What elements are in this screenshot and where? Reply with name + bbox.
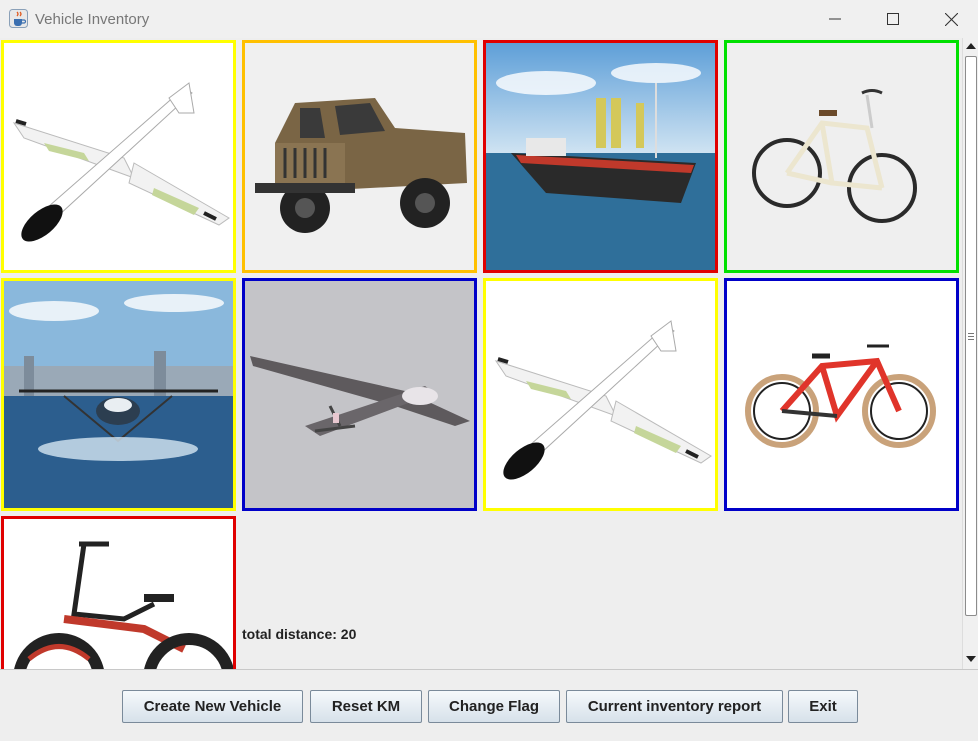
glider-plane-image xyxy=(4,43,233,270)
change-flag-button[interactable]: Change Flag xyxy=(428,690,560,723)
drone-plane-image xyxy=(245,281,474,508)
current-inventory-report-button[interactable]: Current inventory report xyxy=(566,690,783,723)
title-bar: Vehicle Inventory xyxy=(0,0,978,38)
grip-line xyxy=(968,339,974,340)
vehicle-tile-electric-bike[interactable] xyxy=(1,516,236,669)
button-bar: Create New Vehicle Reset KM Change Flag … xyxy=(0,669,978,741)
pickup-jeep-image xyxy=(245,43,474,270)
vehicle-tile-cargo-ship[interactable] xyxy=(483,40,718,273)
grip-line xyxy=(968,336,974,337)
vehicle-tile-drone-plane[interactable] xyxy=(242,278,477,511)
java-cup-icon xyxy=(9,9,28,28)
window-title: Vehicle Inventory xyxy=(35,11,150,28)
hydrofoil-seaplane-image xyxy=(4,281,233,508)
mountain-bike-image xyxy=(727,281,956,508)
vehicle-tile-hydrofoil-seaplane[interactable] xyxy=(1,278,236,511)
reset-km-button[interactable]: Reset KM xyxy=(310,690,422,723)
create-new-vehicle-button[interactable]: Create New Vehicle xyxy=(122,690,303,723)
scroll-down-icon[interactable] xyxy=(963,651,978,667)
glider-plane-image xyxy=(486,281,715,508)
close-icon[interactable] xyxy=(922,0,978,38)
vehicle-tile-glider-plane[interactable] xyxy=(483,278,718,511)
exit-button[interactable]: Exit xyxy=(788,690,858,723)
total-distance-label: total distance: 20 xyxy=(242,626,357,642)
maximize-icon[interactable] xyxy=(864,0,922,38)
electric-bike-image xyxy=(4,519,233,669)
vertical-scrollbar[interactable] xyxy=(962,38,978,669)
vehicle-tile-city-bicycle[interactable] xyxy=(724,40,959,273)
vehicle-tile-glider-plane[interactable] xyxy=(1,40,236,273)
vehicle-tile-mountain-bike[interactable] xyxy=(724,278,959,511)
scroll-up-icon[interactable] xyxy=(963,38,978,54)
grip-line xyxy=(968,333,974,334)
scroll-thumb[interactable] xyxy=(965,56,977,616)
minimize-icon[interactable] xyxy=(806,0,864,38)
vehicle-grid-panel: total distance: 20 xyxy=(0,38,962,669)
cargo-ship-image xyxy=(486,43,715,270)
vehicle-tile-pickup-jeep[interactable] xyxy=(242,40,477,273)
city-bicycle-image xyxy=(727,43,956,270)
